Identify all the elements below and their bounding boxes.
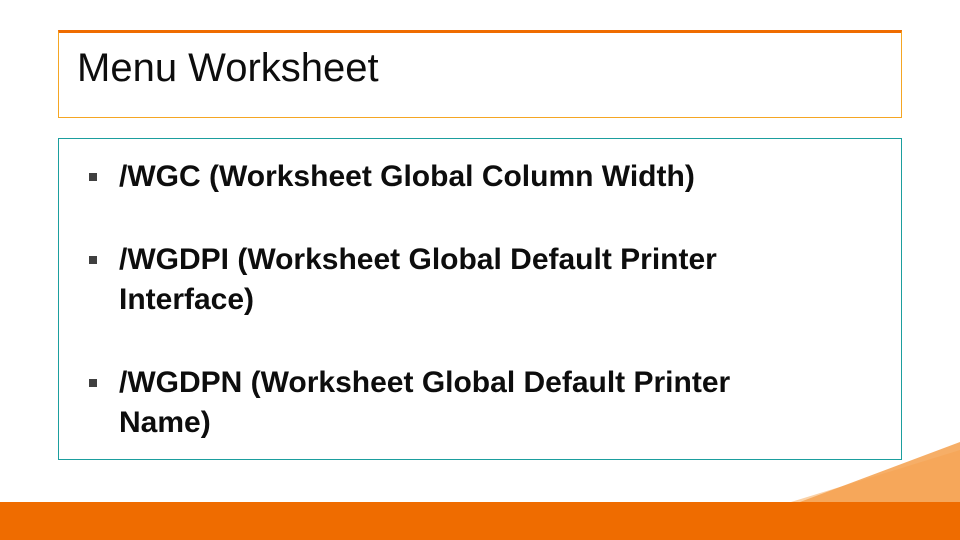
list-item-text: /WGDPN (Worksheet Global Default Printer…: [119, 363, 877, 444]
list-item: /WGC (Worksheet Global Column Width): [83, 157, 877, 198]
body-box: /WGC (Worksheet Global Column Width) /WG…: [58, 138, 902, 460]
list-item-text: /WGC (Worksheet Global Column Width): [119, 157, 877, 198]
bullet-icon: [89, 256, 97, 264]
list-item-line: /WGDPI (Worksheet Global Default Printer: [119, 243, 717, 276]
decor-triangle: [800, 442, 960, 502]
list-item-line: Name): [119, 403, 877, 444]
bullet-icon: [89, 173, 97, 181]
list-item-line: Interface): [119, 280, 877, 321]
slide: Menu Worksheet /WGC (Worksheet Global Co…: [0, 0, 960, 540]
list-item: /WGDPN (Worksheet Global Default Printer…: [83, 363, 877, 444]
page-title: Menu Worksheet: [77, 47, 883, 89]
list-item-line: /WGDPN (Worksheet Global Default Printer: [119, 366, 730, 399]
bullet-icon: [89, 379, 97, 387]
list-item-line: /WGC (Worksheet Global Column Width): [119, 160, 695, 193]
list-item: /WGDPI (Worksheet Global Default Printer…: [83, 240, 877, 321]
decor-bottom-bar: [0, 502, 960, 540]
title-box: Menu Worksheet: [58, 30, 902, 118]
list-item-text: /WGDPI (Worksheet Global Default Printer…: [119, 240, 877, 321]
